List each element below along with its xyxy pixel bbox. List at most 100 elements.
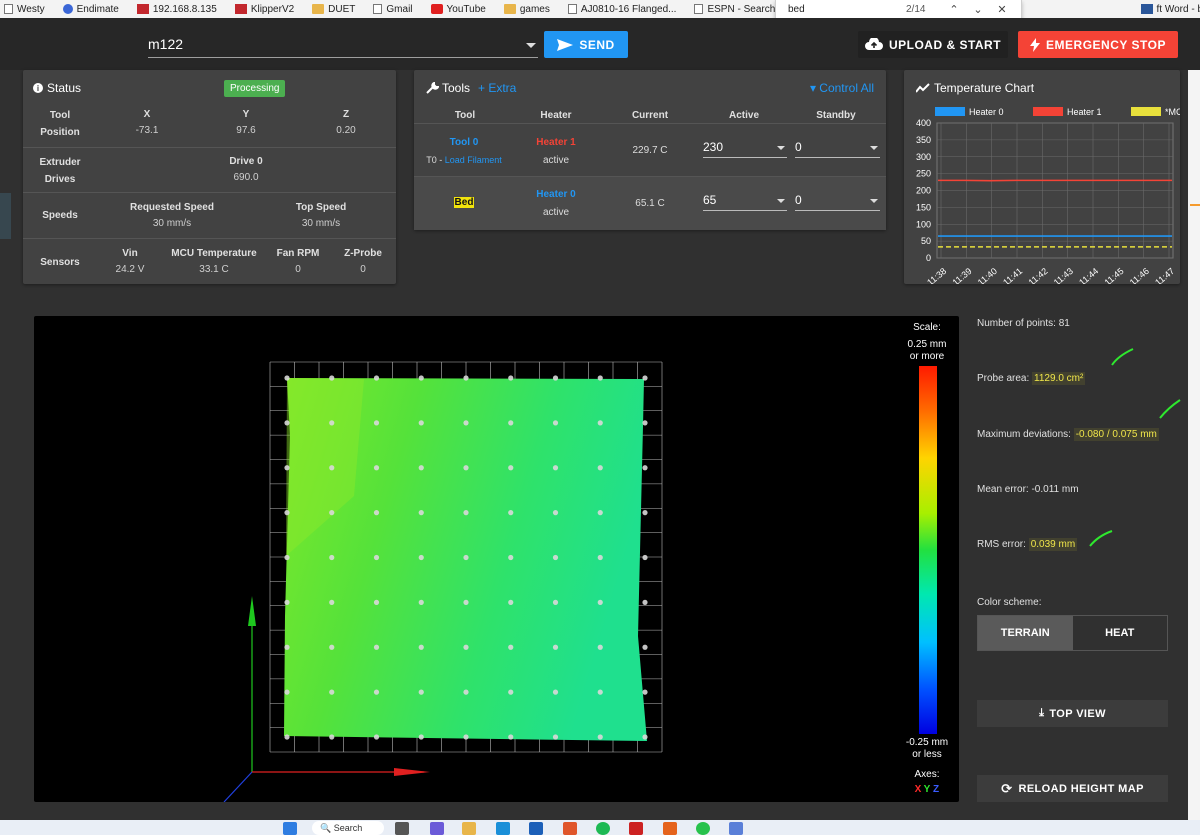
heightmap-3d-view[interactable]: Scale: 0.25 mmor more -0.25 mmor less Axes:…: [34, 316, 959, 803]
send-label: SEND: [579, 37, 615, 52]
find-next-icon[interactable]: ⌄: [966, 3, 990, 16]
bookmark-item[interactable]: games: [503, 4, 550, 15]
taskbar-search[interactable]: 🔍 Search: [312, 821, 384, 835]
find-previous-icon[interactable]: ⌃: [942, 3, 966, 16]
mcu-temp-header: MCU Temperature: [171, 248, 257, 259]
bookmark-item[interactable]: KlipperV2: [234, 4, 294, 15]
tool-0-active-select[interactable]: 230: [703, 136, 787, 158]
maximum-deviations: Maximum deviations: -0.080 / 0.075 mm: [977, 428, 1159, 441]
probe-point: [552, 689, 559, 695]
spotify-icon[interactable]: [596, 822, 610, 835]
tool-0-standby-select[interactable]: 0: [795, 136, 880, 158]
chevron-down-icon[interactable]: [526, 43, 536, 48]
bookmark-item[interactable]: 192.168.8.135: [136, 4, 217, 15]
snipping-tool-icon[interactable]: [729, 822, 743, 835]
heater-1-link[interactable]: Heater 1: [524, 137, 588, 148]
probe-point: [329, 510, 335, 516]
bookmark-item[interactable]: Westy: [4, 4, 45, 15]
tool-position-row: Tool Position X -73.1 Y 97.6 Z 0.20: [23, 102, 396, 147]
bed-standby-select[interactable]: 0: [795, 189, 880, 211]
app-icon[interactable]: [663, 822, 677, 835]
bed-active-select[interactable]: 65: [703, 189, 787, 211]
whatsapp-icon[interactable]: [696, 822, 710, 835]
terrain-button[interactable]: TERRAIN: [978, 616, 1073, 650]
points-label: Number of points:: [977, 318, 1056, 329]
bookmark-item[interactable]: Gmail: [373, 4, 413, 15]
brave-icon[interactable]: [563, 822, 577, 835]
probe-point: [597, 689, 603, 695]
probe-point: [329, 465, 335, 471]
bookmark-item[interactable]: DUET: [312, 4, 355, 15]
y-tick-label: 100: [916, 219, 931, 229]
speeds-label: Speeds: [42, 210, 78, 221]
probe-point: [642, 375, 648, 381]
probe-point: [418, 554, 424, 561]
file-explorer-icon[interactable]: [462, 822, 476, 835]
reload-height-map-button[interactable]: ⟳ RELOAD HEIGHT MAP: [977, 775, 1168, 802]
send-button[interactable]: SEND: [544, 31, 628, 58]
chevron-down-icon: [777, 146, 785, 150]
taskbar-search-label: Search: [333, 823, 363, 833]
axis-letter: Z: [933, 784, 939, 795]
windows-start-icon[interactable]: [283, 822, 297, 835]
probe-point: [284, 734, 290, 740]
page-icon: [4, 4, 13, 14]
bookmark-item[interactable]: YouTube: [430, 4, 486, 15]
probe-point: [508, 599, 514, 605]
teams-icon[interactable]: [430, 822, 444, 835]
scroll-marker: [1190, 204, 1200, 206]
rms-label: RMS error:: [977, 539, 1026, 550]
edge-icon[interactable]: [496, 822, 510, 835]
legend-swatch: [1131, 107, 1161, 116]
tool-column-header: Tool: [454, 110, 476, 121]
heat-button[interactable]: HEAT: [1073, 616, 1168, 650]
drive-value: 690.0: [233, 172, 259, 183]
tool-0-link[interactable]: Tool 0: [414, 137, 514, 148]
bookmark-item[interactable]: AJ0810-16 Flanged...: [567, 4, 676, 15]
mean-error: Mean error: -0.011 mm: [977, 484, 1079, 495]
z-axis-line: [223, 771, 253, 803]
bed-link[interactable]: Bed: [453, 197, 475, 208]
x-tick-label: 11:39: [950, 266, 973, 284]
probe-point: [597, 554, 603, 561]
probe-point: [508, 689, 514, 695]
vin-header: Vin: [122, 248, 138, 259]
probe-point: [284, 510, 290, 516]
control-all-menu[interactable]: ▾ Control All: [810, 81, 874, 95]
upload-label: UPLOAD & START: [888, 37, 1002, 52]
rms-value: 0.039 mm: [1028, 538, 1078, 551]
upload-and-start-button[interactable]: UPLOAD & START: [858, 31, 1008, 58]
y-tick-label: 350: [916, 135, 931, 145]
send-icon: [557, 38, 574, 51]
x-tick-label: 11:46: [1128, 266, 1151, 284]
dev-label: Maximum deviations:: [977, 429, 1071, 440]
probe-point: [508, 644, 514, 650]
find-close-icon[interactable]: ✕: [990, 3, 1014, 16]
task-view-icon[interactable]: [395, 822, 409, 835]
find-input[interactable]: bed: [788, 4, 906, 15]
heater-1-state: active: [542, 155, 570, 166]
current-column-header: Current: [631, 110, 669, 121]
x-header: X: [143, 109, 151, 120]
top-view-button[interactable]: ⤓ TOP VIEW: [977, 700, 1168, 727]
folder-icon: [503, 4, 516, 14]
bed-row: Bed Heater 0 active 65.1 C 65 0: [414, 176, 886, 230]
bookmark-item[interactable]: Endimate: [62, 4, 119, 15]
heater-0-link[interactable]: Heater 0: [524, 189, 588, 200]
store-icon[interactable]: [529, 822, 543, 835]
emergency-stop-button[interactable]: EMERGENCY STOP: [1018, 31, 1178, 58]
legend-label: Heater 0: [969, 107, 1004, 117]
y-tick-label: 250: [916, 169, 931, 179]
command-input[interactable]: m122: [148, 34, 538, 58]
sidebar-edge: [0, 193, 11, 239]
tool-position-label-2: Position: [40, 127, 80, 138]
solidworks-icon[interactable]: [629, 822, 643, 835]
active-column-header: Active: [728, 110, 759, 121]
load-filament-link[interactable]: Load Filament: [445, 155, 502, 165]
bookmark-item[interactable]: ft Word - bl...: [1140, 4, 1200, 15]
tool-0-standby-value: 0: [795, 140, 802, 154]
extra-toggle[interactable]: + Extra: [478, 81, 516, 95]
number-of-points: Number of points: 81: [977, 318, 1070, 329]
probe-point: [552, 599, 559, 605]
heightmap-viewport[interactable]: Scale: 0.25 mm or more -0.25 mm or less Axes:…: [34, 316, 959, 803]
